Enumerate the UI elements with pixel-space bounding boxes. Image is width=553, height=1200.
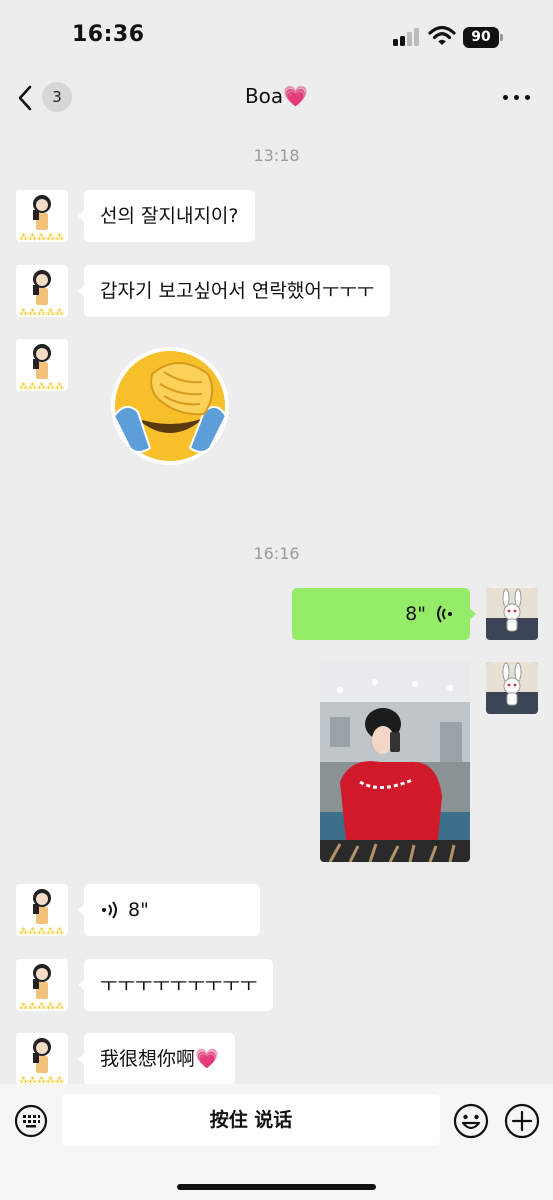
bunny-avatar-icon xyxy=(486,662,538,714)
avatar[interactable] xyxy=(486,588,538,640)
svg-text:⁂⁂⁂⁂⁂: ⁂⁂⁂⁂⁂ xyxy=(19,926,64,936)
avatar[interactable] xyxy=(486,662,538,714)
plus-circle-icon xyxy=(504,1103,540,1139)
voice-wave-icon xyxy=(102,901,117,919)
girl-avatar-icon: ⁂⁂⁂⁂⁂ xyxy=(19,270,64,317)
chat-title: Boa💗 xyxy=(0,84,553,108)
photo-message[interactable] xyxy=(320,662,470,862)
mirror-selfie-photo xyxy=(320,662,470,862)
battery-level: 90 xyxy=(463,27,499,48)
more-options-button[interactable] xyxy=(500,86,534,110)
avatar[interactable]: ⁂⁂⁂⁂⁂ xyxy=(16,339,68,391)
input-bar: 按住 说话 xyxy=(0,1084,553,1200)
svg-text:⁂⁂⁂⁂⁂: ⁂⁂⁂⁂⁂ xyxy=(19,232,64,242)
smiley-icon xyxy=(453,1103,489,1139)
girl-avatar-icon: ⁂⁂⁂⁂⁂ xyxy=(19,889,64,936)
more-functions-button[interactable] xyxy=(504,1103,540,1139)
emoji-button[interactable] xyxy=(453,1103,489,1139)
girl-avatar-icon: ⁂⁂⁂⁂⁂ xyxy=(19,195,64,242)
message-list[interactable]: 13:18 ⁂⁂⁂⁂⁂ 선의 잘지내지이? ⁂⁂⁂⁂⁂ 갑자기 보고싶어서 연락… xyxy=(0,124,553,1084)
chat-title-text: Boa xyxy=(244,84,284,108)
avatar[interactable]: ⁂⁂⁂⁂⁂ xyxy=(16,1033,68,1084)
girl-avatar-icon: ⁂⁂⁂⁂⁂ xyxy=(19,1038,64,1084)
message-bubble[interactable]: 선의 잘지내지이? xyxy=(78,190,255,242)
battery-icon: 90 xyxy=(463,27,503,48)
signal-icon xyxy=(393,28,421,46)
avatar[interactable]: ⁂⁂⁂⁂⁂ xyxy=(16,959,68,1011)
voice-message-in[interactable]: 8" xyxy=(78,884,260,936)
avatar[interactable]: ⁂⁂⁂⁂⁂ xyxy=(16,884,68,936)
timestamp: 13:18 xyxy=(253,146,300,165)
message-bubble[interactable]: 我很想你啊💗 xyxy=(78,1033,235,1084)
voice-duration: 8" xyxy=(405,603,426,625)
message-bubble[interactable]: 갑자기 보고싶어서 연락했어ㅜㅜㅜ xyxy=(77,265,391,317)
message-bubble[interactable]: ㅜㅜㅜㅜㅜㅜㅜㅜㅜ xyxy=(77,959,274,1011)
bunny-avatar-icon xyxy=(486,588,538,640)
wifi-icon xyxy=(428,25,456,45)
home-indicator xyxy=(177,1184,376,1190)
hold-to-talk-button[interactable]: 按住 说话 xyxy=(62,1094,440,1146)
status-bar: 16:36 90 xyxy=(0,0,553,72)
voice-duration: 8" xyxy=(128,899,149,921)
message-text: 我很想你啊 xyxy=(100,1048,196,1070)
avatar[interactable]: ⁂⁂⁂⁂⁂ xyxy=(16,190,68,242)
chat-header: 3 Boa💗 xyxy=(0,72,553,124)
girl-avatar-icon: ⁂⁂⁂⁂⁂ xyxy=(19,964,64,1011)
voice-wave-icon xyxy=(437,605,452,623)
facepalm-emoji-icon xyxy=(111,347,229,465)
facepalm-emoji-sticker[interactable] xyxy=(108,344,232,468)
heart-emoji: 💗 xyxy=(195,1048,219,1070)
status-time: 16:36 xyxy=(72,22,145,47)
title-heart: 💗 xyxy=(283,84,309,108)
voice-message-out[interactable]: 8" xyxy=(292,588,476,640)
svg-text:⁂⁂⁂⁂⁂: ⁂⁂⁂⁂⁂ xyxy=(19,1001,64,1011)
keyboard-toggle-button[interactable] xyxy=(14,1104,48,1138)
timestamp: 16:16 xyxy=(253,544,300,563)
svg-text:⁂⁂⁂⁂⁂: ⁂⁂⁂⁂⁂ xyxy=(19,381,64,391)
svg-text:⁂⁂⁂⁂⁂: ⁂⁂⁂⁂⁂ xyxy=(19,1075,64,1084)
girl-avatar-icon: ⁂⁂⁂⁂⁂ xyxy=(19,344,64,391)
svg-text:⁂⁂⁂⁂⁂: ⁂⁂⁂⁂⁂ xyxy=(19,307,64,317)
keyboard-icon xyxy=(14,1104,48,1138)
avatar[interactable]: ⁂⁂⁂⁂⁂ xyxy=(16,265,68,317)
